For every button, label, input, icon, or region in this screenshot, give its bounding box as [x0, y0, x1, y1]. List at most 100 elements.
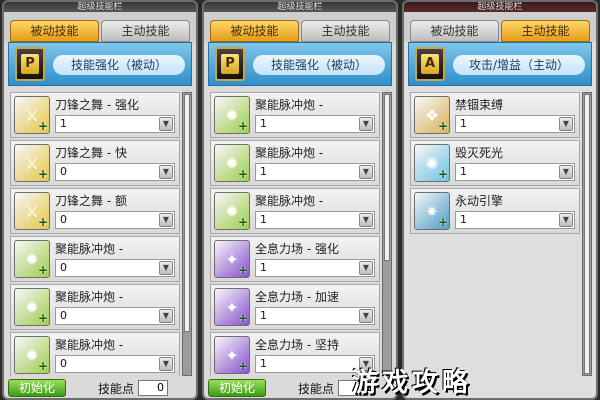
scrollbar-thumb[interactable]: [384, 94, 390, 262]
hologram-icon[interactable]: ✦ +: [214, 288, 250, 326]
chevron-down-icon[interactable]: ▼: [359, 165, 373, 179]
skill-row[interactable]: ✺ + 毁灭死光 1 ▼: [410, 140, 580, 186]
skill-level-select[interactable]: 1 ▼: [255, 115, 375, 133]
chevron-down-icon[interactable]: ▼: [359, 309, 373, 323]
cannon-icon[interactable]: ✹ +: [14, 288, 50, 326]
chevron-down-icon[interactable]: ▼: [559, 213, 573, 227]
skill-level-value: 1: [460, 165, 467, 178]
skill-row[interactable]: ✹ + 聚能脉冲炮 - 0 ▼: [10, 332, 180, 376]
plus-icon: +: [237, 167, 248, 181]
chevron-down-icon[interactable]: ▼: [159, 117, 173, 131]
cannon-icon[interactable]: ✹ +: [214, 96, 250, 134]
skill-category-title: 技能强化（被动）: [53, 55, 185, 75]
skill-level-select[interactable]: 1 ▼: [255, 259, 375, 277]
watermark-text: 游戏攻略: [352, 368, 473, 398]
tab-passive[interactable]: 被动技能: [210, 20, 299, 42]
skill-level-select[interactable]: 1 ▼: [255, 307, 375, 325]
plus-icon: +: [437, 215, 448, 229]
panel-title: 超级技能栏: [204, 2, 396, 12]
skill-level-value: 1: [60, 117, 67, 130]
hologram-icon[interactable]: ✦ +: [214, 336, 250, 374]
chevron-down-icon[interactable]: ▼: [359, 117, 373, 131]
skill-category-title: 技能强化（被动）: [253, 55, 385, 75]
scrollbar[interactable]: [582, 92, 592, 376]
skill-level-select[interactable]: 0 ▼: [55, 211, 175, 229]
skill-row[interactable]: ✹ + 聚能脉冲炮 - 0 ▼: [10, 236, 180, 282]
tab-active[interactable]: 主动技能: [501, 20, 590, 42]
tab-passive[interactable]: 被动技能: [10, 20, 99, 42]
hologram-icon[interactable]: ✦ +: [214, 240, 250, 278]
skill-name: 刀锋之舞 - 额: [55, 194, 127, 208]
reset-button[interactable]: 初始化: [208, 379, 266, 397]
skill-category-header: P 技能强化（被动）: [208, 42, 392, 86]
skill-name: 聚能脉冲炮 -: [255, 98, 324, 112]
skill-level-select[interactable]: 1 ▼: [455, 163, 575, 181]
skill-level-select[interactable]: 0 ▼: [55, 163, 175, 181]
skill-level-value: 1: [260, 261, 267, 274]
scrollbar[interactable]: [182, 92, 192, 376]
skill-row[interactable]: ⚔ + 刀锋之舞 - 额 0 ▼: [10, 188, 180, 234]
tab-bar: 被动技能 主动技能: [204, 12, 396, 42]
sword-buff-icon[interactable]: ⚔ +: [14, 96, 50, 134]
chevron-down-icon[interactable]: ▼: [159, 309, 173, 323]
skill-level-value: 0: [60, 165, 67, 178]
skill-book-icon: P: [215, 47, 245, 81]
skill-row[interactable]: ✦ + 全息力场 - 强化 1 ▼: [210, 236, 380, 282]
cannon-icon[interactable]: ✹ +: [14, 336, 50, 374]
skill-level-select[interactable]: 1 ▼: [255, 163, 375, 181]
plus-icon: +: [37, 263, 48, 277]
tab-active[interactable]: 主动技能: [301, 20, 390, 42]
skill-level-select[interactable]: 0 ▼: [55, 259, 175, 277]
plus-icon: +: [237, 359, 248, 373]
skill-row[interactable]: ✷ + 永动引擎 1 ▼: [410, 188, 580, 234]
chevron-down-icon[interactable]: ▼: [559, 165, 573, 179]
skill-row[interactable]: ⚔ + 刀锋之舞 - 强化 1 ▼: [10, 92, 180, 138]
engine-icon[interactable]: ✷ +: [414, 192, 450, 230]
chevron-down-icon[interactable]: ▼: [159, 165, 173, 179]
chevron-down-icon[interactable]: ▼: [359, 261, 373, 275]
skill-name: 刀锋之舞 - 快: [55, 146, 127, 160]
sword-buff-icon[interactable]: ⚔ +: [14, 192, 50, 230]
skill-row[interactable]: ✹ + 聚能脉冲炮 - 0 ▼: [10, 284, 180, 330]
chevron-down-icon[interactable]: ▼: [159, 261, 173, 275]
skill-category-header: A 攻击/增益（主动）: [408, 42, 592, 86]
skill-row[interactable]: ✹ + 聚能脉冲炮 - 1 ▼: [210, 188, 380, 234]
tab-passive[interactable]: 被动技能: [410, 20, 499, 42]
skill-name: 聚能脉冲炮 -: [255, 194, 324, 208]
skill-row[interactable]: ✹ + 聚能脉冲炮 - 1 ▼: [210, 92, 380, 138]
cannon-icon[interactable]: ✹ +: [14, 240, 50, 278]
chevron-down-icon[interactable]: ▼: [559, 117, 573, 131]
skill-row[interactable]: ✹ + 聚能脉冲炮 - 1 ▼: [210, 140, 380, 186]
chevron-down-icon[interactable]: ▼: [359, 213, 373, 227]
skill-name: 聚能脉冲炮 -: [55, 338, 124, 352]
skill-level-value: 1: [260, 309, 267, 322]
scrollbar-thumb[interactable]: [184, 94, 190, 332]
skill-level-select[interactable]: 1 ▼: [255, 211, 375, 229]
ice-ray-icon[interactable]: ✺ +: [414, 144, 450, 182]
cannon-icon[interactable]: ✹ +: [214, 192, 250, 230]
skill-category-title: 攻击/增益（主动）: [453, 55, 585, 75]
scrollbar-thumb[interactable]: [584, 94, 590, 374]
skill-row[interactable]: ⚔ + 刀锋之舞 - 快 0 ▼: [10, 140, 180, 186]
chevron-down-icon[interactable]: ▼: [159, 213, 173, 227]
scroll-bind-icon[interactable]: ❖ +: [414, 96, 450, 134]
tab-active[interactable]: 主动技能: [101, 20, 190, 42]
skill-name: 聚能脉冲炮 -: [55, 242, 124, 256]
skill-name: 聚能脉冲炮 -: [55, 290, 124, 304]
skill-level-select[interactable]: 0 ▼: [55, 307, 175, 325]
skill-level-select[interactable]: 1 ▼: [455, 115, 575, 133]
skill-level-select[interactable]: 1 ▼: [455, 211, 575, 229]
skill-level-select[interactable]: 0 ▼: [55, 355, 175, 373]
skill-name: 全息力场 - 加速: [255, 290, 339, 304]
skill-row[interactable]: ✦ + 全息力场 - 加速 1 ▼: [210, 284, 380, 330]
skill-row[interactable]: ❖ + 禁锢束缚 1 ▼: [410, 92, 580, 138]
plus-icon: +: [37, 167, 48, 181]
skill-level-value: 1: [260, 357, 267, 370]
scrollbar[interactable]: [382, 92, 392, 376]
sword-buff-icon[interactable]: ⚔ +: [14, 144, 50, 182]
skill-name: 聚能脉冲炮 -: [255, 146, 324, 160]
reset-button[interactable]: 初始化: [8, 379, 66, 397]
chevron-down-icon[interactable]: ▼: [159, 357, 173, 371]
skill-level-select[interactable]: 1 ▼: [55, 115, 175, 133]
cannon-icon[interactable]: ✹ +: [214, 144, 250, 182]
